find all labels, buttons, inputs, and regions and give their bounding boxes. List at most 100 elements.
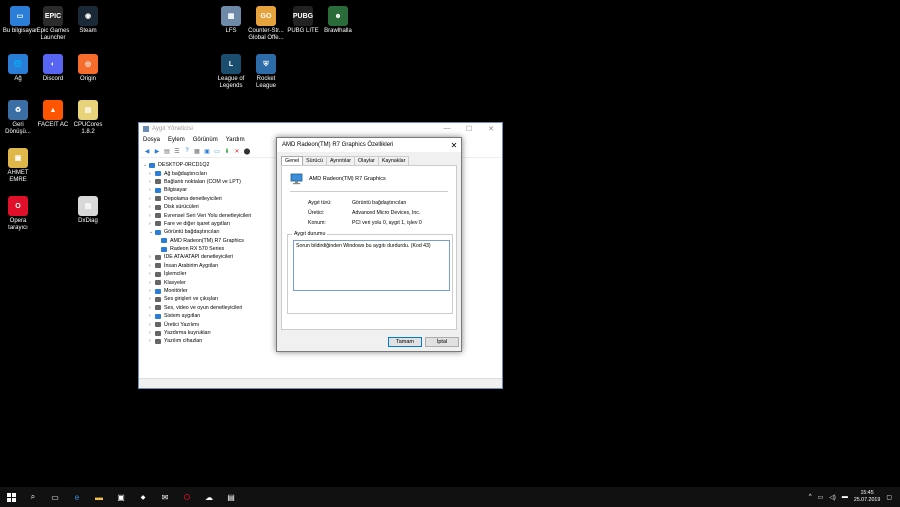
- desktop-icon[interactable]: ▦ LFS: [213, 6, 249, 35]
- desktop-icon[interactable]: ▭ Bu bilgisayar: [2, 6, 38, 35]
- maximize-icon[interactable]: ☐: [458, 125, 480, 133]
- uninstall-icon[interactable]: ✕: [233, 147, 241, 155]
- volume-icon[interactable]: ◁): [829, 494, 836, 501]
- desktop-icon[interactable]: ◎ Origin: [70, 54, 106, 83]
- desktop-icon[interactable]: ♻ Geri Dönüşü...: [0, 100, 36, 136]
- tree-node[interactable]: › İşlemciler: [143, 270, 293, 278]
- menu-item[interactable]: Görünüm: [193, 137, 218, 143]
- tree-node-label: Depolama denetleyicileri: [164, 195, 222, 202]
- properties-icon[interactable]: ▤: [163, 147, 171, 155]
- clock-date: 25.07.2019: [853, 497, 881, 503]
- forward-icon[interactable]: ▶: [153, 147, 161, 155]
- tree-node[interactable]: Radeon RX 570 Series: [143, 245, 293, 253]
- close-icon[interactable]: ✕: [480, 125, 502, 133]
- menu-item[interactable]: Dosya: [143, 137, 160, 143]
- tree-node[interactable]: › Fare ve diğer işaret aygıtları: [143, 220, 293, 228]
- tree-node[interactable]: › Yazılım cihazları: [143, 337, 293, 345]
- chevron-up-icon[interactable]: ^: [809, 494, 812, 500]
- tree-node[interactable]: › Sistem aygıtları: [143, 312, 293, 320]
- tree-node[interactable]: › Monitörler: [143, 287, 293, 295]
- opera-icon[interactable]: O: [176, 487, 198, 507]
- scan-hardware-icon[interactable]: ▣: [203, 147, 211, 155]
- desktop-icon-label: League of Legends: [217, 76, 245, 89]
- search-icon[interactable]: ⌕: [22, 487, 44, 507]
- tab-ayrntlar[interactable]: Ayrıntılar: [325, 156, 356, 165]
- clock[interactable]: 15:45 25.07.2019: [854, 490, 881, 504]
- tree-node[interactable]: › Depolama denetleyicileri: [143, 195, 293, 203]
- network-app-icon[interactable]: ▤: [220, 487, 242, 507]
- details-icon[interactable]: ▦: [193, 147, 201, 155]
- device-category-icon: [155, 322, 161, 328]
- close-icon[interactable]: ✕: [447, 141, 461, 150]
- update-driver-icon[interactable]: ▭: [213, 147, 221, 155]
- tab-kaynaklar[interactable]: Kaynaklar: [377, 156, 410, 165]
- windows-start-icon[interactable]: [0, 487, 22, 507]
- tree-node[interactable]: AMD Radeon(TM) R7 Graphics: [143, 237, 293, 245]
- desktop-icon-label: Brawlhalla: [324, 28, 352, 34]
- tree-node[interactable]: › Ağ bağdaştırıcıları: [143, 169, 293, 177]
- desktop-icon[interactable]: ◐ Discord: [35, 54, 71, 83]
- tree-node[interactable]: › Üretici Yazılımı: [143, 320, 293, 328]
- desktop-icon-label: Steam: [79, 28, 97, 34]
- device-status-textbox[interactable]: Sorun bildirdiğinden Windows bu aygıtı d…: [293, 240, 450, 291]
- enable-device-icon[interactable]: ⬇: [223, 147, 231, 155]
- mail-icon[interactable]: ✉: [154, 487, 176, 507]
- desktop-icon[interactable]: L League of Legends: [213, 54, 249, 90]
- language-icon[interactable]: ▬: [842, 494, 848, 500]
- tree-node[interactable]: › Ses girişleri ve çıkışları: [143, 295, 293, 303]
- tree-node[interactable]: ⌄ Görüntü bağdaştırıcıları: [143, 228, 293, 236]
- device-category-icon: [155, 213, 161, 219]
- desktop-icon[interactable]: ▤ CPUCores 1.8.2: [70, 100, 106, 136]
- device-status-group: Aygıt durumu Sorun bildirdiğinden Window…: [287, 231, 453, 314]
- desktop-icon[interactable]: ⛨ Rocket League: [248, 54, 284, 90]
- help-icon[interactable]: ?: [183, 147, 191, 155]
- tree-node[interactable]: › İnsan Arabirim Aygıtları: [143, 262, 293, 270]
- desktop-icon[interactable]: ▲ FACEIT AC: [35, 100, 71, 129]
- properties-tabs: Genel Sürücü Ayrıntılar Olaylar Kaynaklar: [277, 156, 461, 165]
- epic-games-icon[interactable]: ◆: [132, 487, 154, 507]
- file-explorer-icon[interactable]: ▬: [88, 487, 110, 507]
- desktop-icon[interactable]: 🌐 Ağ: [0, 54, 36, 83]
- minimize-icon[interactable]: —: [436, 125, 458, 133]
- menu-item[interactable]: Yardım: [226, 137, 245, 143]
- tree-node[interactable]: › Bağlantı noktaları (COM ve LPT): [143, 178, 293, 186]
- tree-root-computer[interactable]: ⌄ DESKTOP-0RCD1Q2: [143, 161, 293, 169]
- tree-node[interactable]: › Disk sürücüleri: [143, 203, 293, 211]
- menu-item[interactable]: Eylem: [168, 137, 185, 143]
- tree-node[interactable]: › Klavyeler: [143, 278, 293, 286]
- properties-titlebar[interactable]: AMD Radeon(TM) R7 Graphics Özellikleri ✕: [277, 138, 461, 152]
- tree-node[interactable]: › Yazdırma kuyrukları: [143, 329, 293, 337]
- tree-node[interactable]: › Evrensel Seri Veri Yolu denetleyicileri: [143, 211, 293, 219]
- tab-src[interactable]: Sürücü: [302, 156, 327, 165]
- edge-icon[interactable]: e: [66, 487, 88, 507]
- desktop-icon[interactable]: ▤ DxDiag: [70, 196, 106, 225]
- desktop-icon[interactable]: ◉ Steam: [70, 6, 106, 35]
- store-icon[interactable]: ▣: [110, 487, 132, 507]
- task-view-icon[interactable]: ▭: [44, 487, 66, 507]
- desktop-icon[interactable]: PUBG PUBG LITE: [285, 6, 321, 35]
- tree-node[interactable]: › IDE ATA/ATAPI denetleyicileri: [143, 253, 293, 261]
- properties-dialog[interactable]: AMD Radeon(TM) R7 Graphics Özellikleri ✕…: [276, 137, 462, 352]
- tab-olaylar[interactable]: Olaylar: [354, 156, 379, 165]
- notifications-icon[interactable]: ▢: [886, 494, 892, 501]
- device-category-icon: [155, 171, 161, 177]
- list-view-icon[interactable]: ☰: [173, 147, 181, 155]
- tree-node-label: AMD Radeon(TM) R7 Graphics: [170, 237, 244, 244]
- desktop-icon[interactable]: ▣ AHMET EMRE: [0, 148, 36, 184]
- network-icon[interactable]: ▭: [818, 494, 824, 501]
- location-value: PCI veri yolu 0, aygıt 1, işlev 0: [352, 220, 422, 226]
- disable-device-icon[interactable]: ⬤: [243, 147, 251, 155]
- device-manager-titlebar[interactable]: Aygıt Yöneticisi — ☐ ✕: [139, 123, 502, 135]
- ok-button[interactable]: Tamam: [388, 337, 422, 347]
- tab-genel[interactable]: Genel: [281, 156, 304, 165]
- desktop-icon[interactable]: O Opera tarayıcı: [0, 196, 36, 232]
- desktop-icon[interactable]: EPIC Epic Games Launcher: [35, 6, 71, 42]
- tree-node[interactable]: › Ses, video ve oyun denetleyicileri: [143, 304, 293, 312]
- cancel-button[interactable]: İptal: [425, 337, 459, 347]
- manufacturer-value: Advanced Micro Devices, Inc.: [352, 210, 421, 216]
- soundcloud-icon[interactable]: ☁: [198, 487, 220, 507]
- tree-node[interactable]: › Bilgisayar: [143, 186, 293, 194]
- desktop-icon[interactable]: ☻ Brawlhalla: [320, 6, 356, 35]
- back-icon[interactable]: ◀: [143, 147, 151, 155]
- desktop-icon[interactable]: GO Counter-Str... Global Offe...: [248, 6, 284, 42]
